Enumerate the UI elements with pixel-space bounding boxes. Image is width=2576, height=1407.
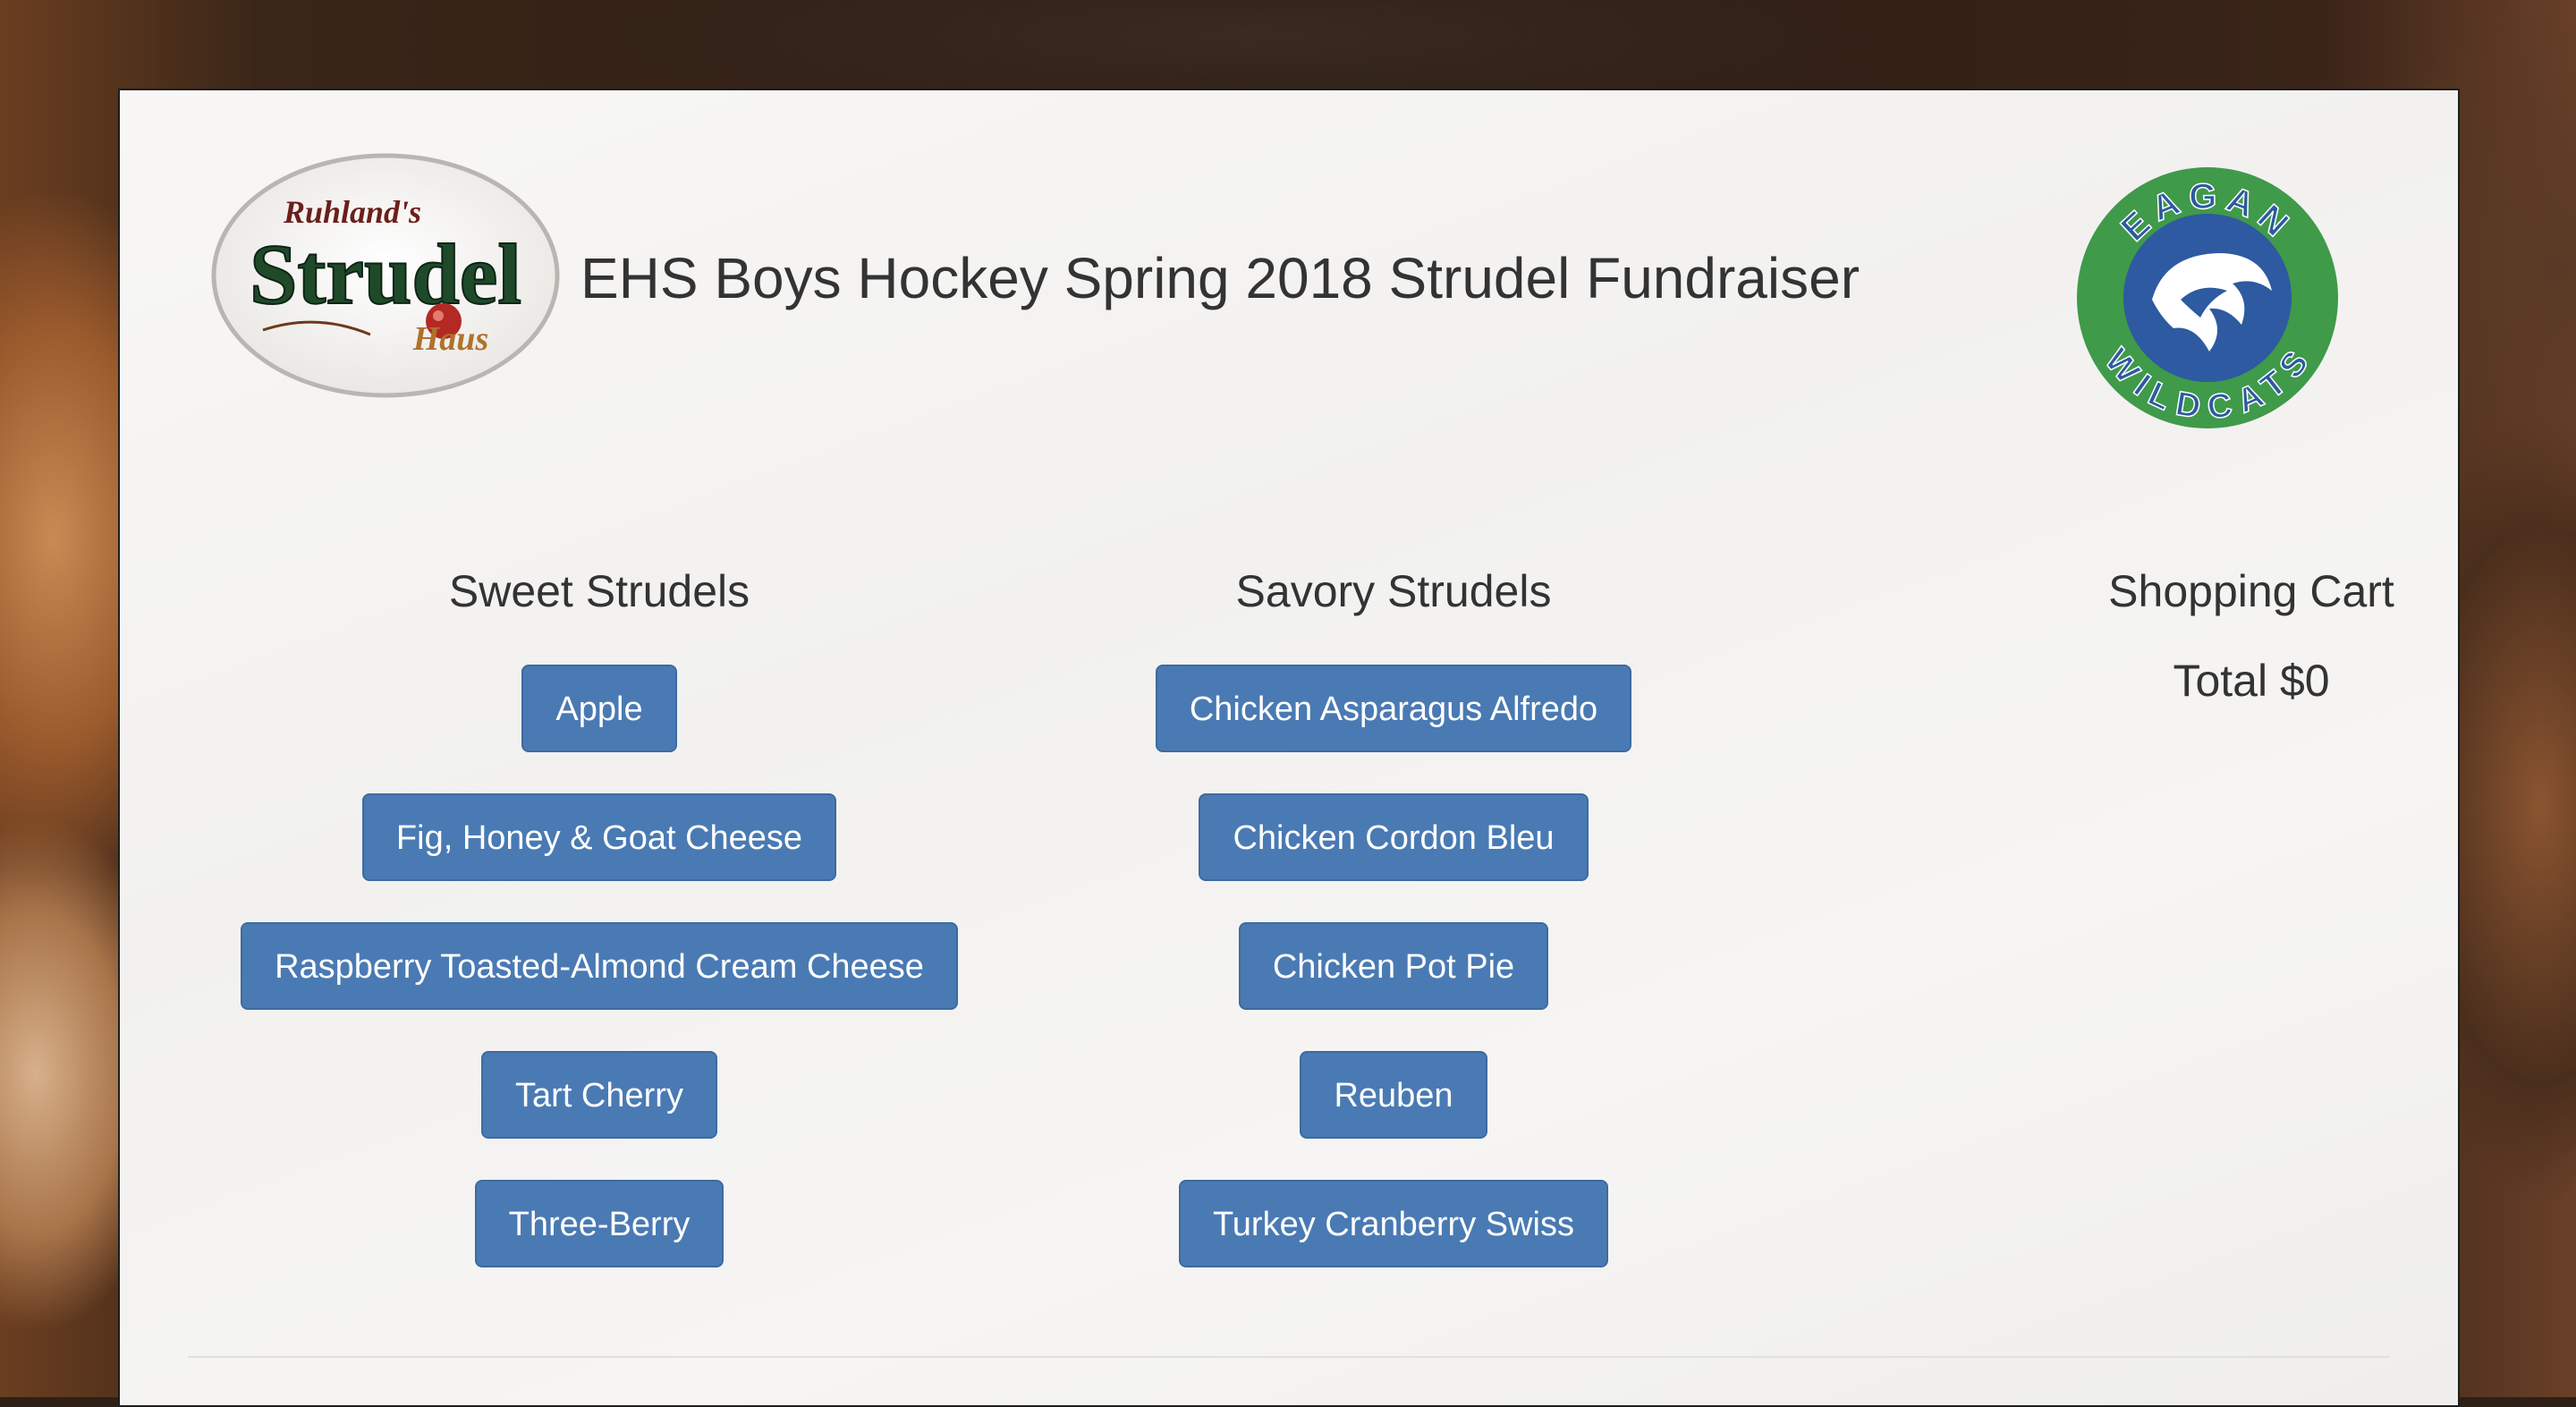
logo-text-ruhlands: Ruhland's: [283, 194, 421, 230]
savory-chicken-cordon-bleu-button[interactable]: Chicken Cordon Bleu: [1199, 793, 1589, 881]
main-panel: Ruhland's Strudel Haus EHS Boys Hockey S…: [118, 89, 2460, 1407]
savory-chicken-pot-pie-button[interactable]: Chicken Pot Pie: [1238, 922, 1549, 1010]
logo-text-strudel: Strudel: [250, 226, 521, 322]
sweet-apple-button[interactable]: Apple: [521, 665, 677, 752]
page-title: EHS Boys Hockey Spring 2018 Strudel Fund…: [580, 246, 1860, 310]
divider: [188, 1356, 2390, 1358]
savory-chicken-asparagus-alfredo-button[interactable]: Chicken Asparagus Alfredo: [1155, 665, 1632, 752]
savory-turkey-cranberry-swiss-button[interactable]: Turkey Cranberry Swiss: [1178, 1180, 1608, 1267]
shopping-cart-heading: Shopping Cart: [2108, 566, 2394, 616]
eagan-wildcats-logo: EAGAN WILDCATS: [2075, 165, 2340, 430]
sweet-three-berry-button[interactable]: Three-Berry: [474, 1180, 724, 1267]
strudel-haus-logo: Ruhland's Strudel Haus: [209, 151, 562, 400]
logo-text-haus: Haus: [412, 320, 488, 358]
savory-reuben-button[interactable]: Reuben: [1300, 1051, 1487, 1139]
shopping-cart-column: Shopping Cart Total $0: [1658, 555, 2576, 716]
cart-total: Total $0: [2173, 656, 2330, 706]
sweet-raspberry-almond-cream-cheese-button[interactable]: Raspberry Toasted-Almond Cream Cheese: [241, 922, 958, 1010]
sweet-tart-cherry-button[interactable]: Tart Cherry: [481, 1051, 717, 1139]
sweet-fig-honey-goat-cheese-button[interactable]: Fig, Honey & Goat Cheese: [361, 793, 837, 881]
